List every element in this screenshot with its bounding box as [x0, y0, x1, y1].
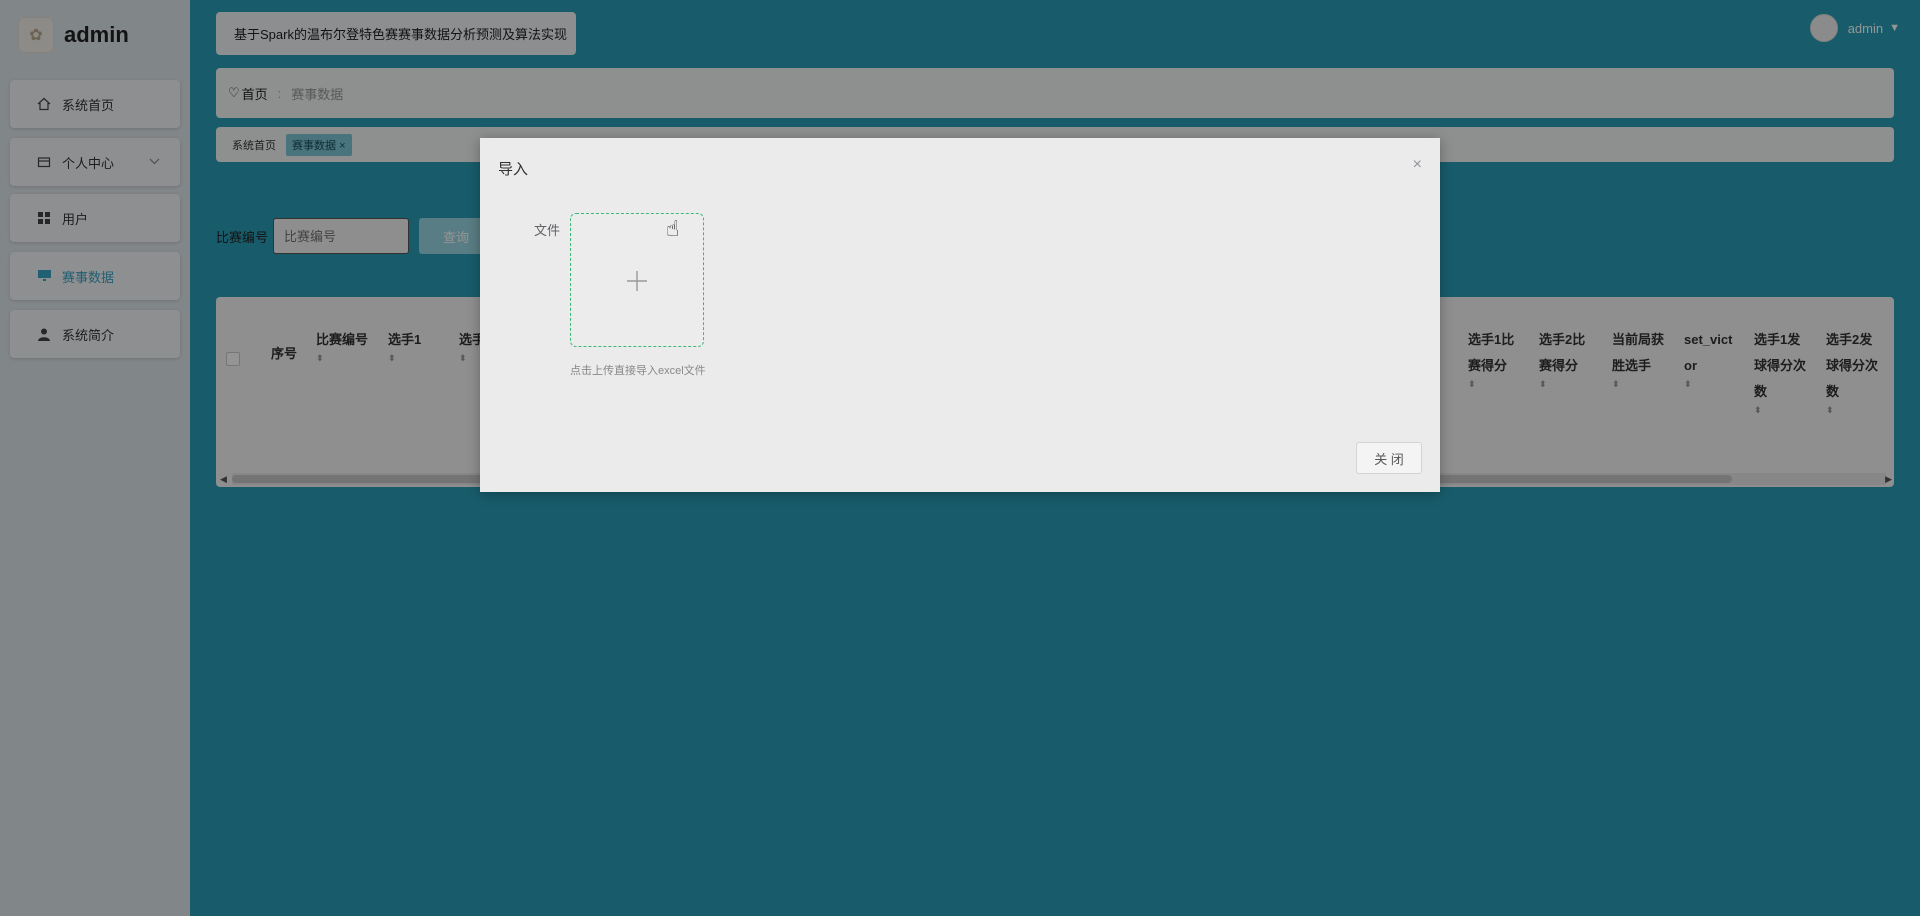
close-icon[interactable]: ×	[1413, 156, 1422, 174]
hand-cursor-icon: ☝	[666, 216, 680, 241]
close-button[interactable]: 关 闭	[1356, 442, 1422, 474]
plus-icon	[626, 261, 648, 299]
import-dialog: 导入 × 文件 ☝ 点击上传直接导入excel文件 关 闭	[480, 138, 1440, 492]
file-label: 文件	[534, 223, 561, 238]
upload-tip: 点击上传直接导入excel文件	[570, 365, 706, 377]
upload-dropzone[interactable]	[570, 213, 704, 347]
dialog-title: 导入	[498, 161, 529, 178]
